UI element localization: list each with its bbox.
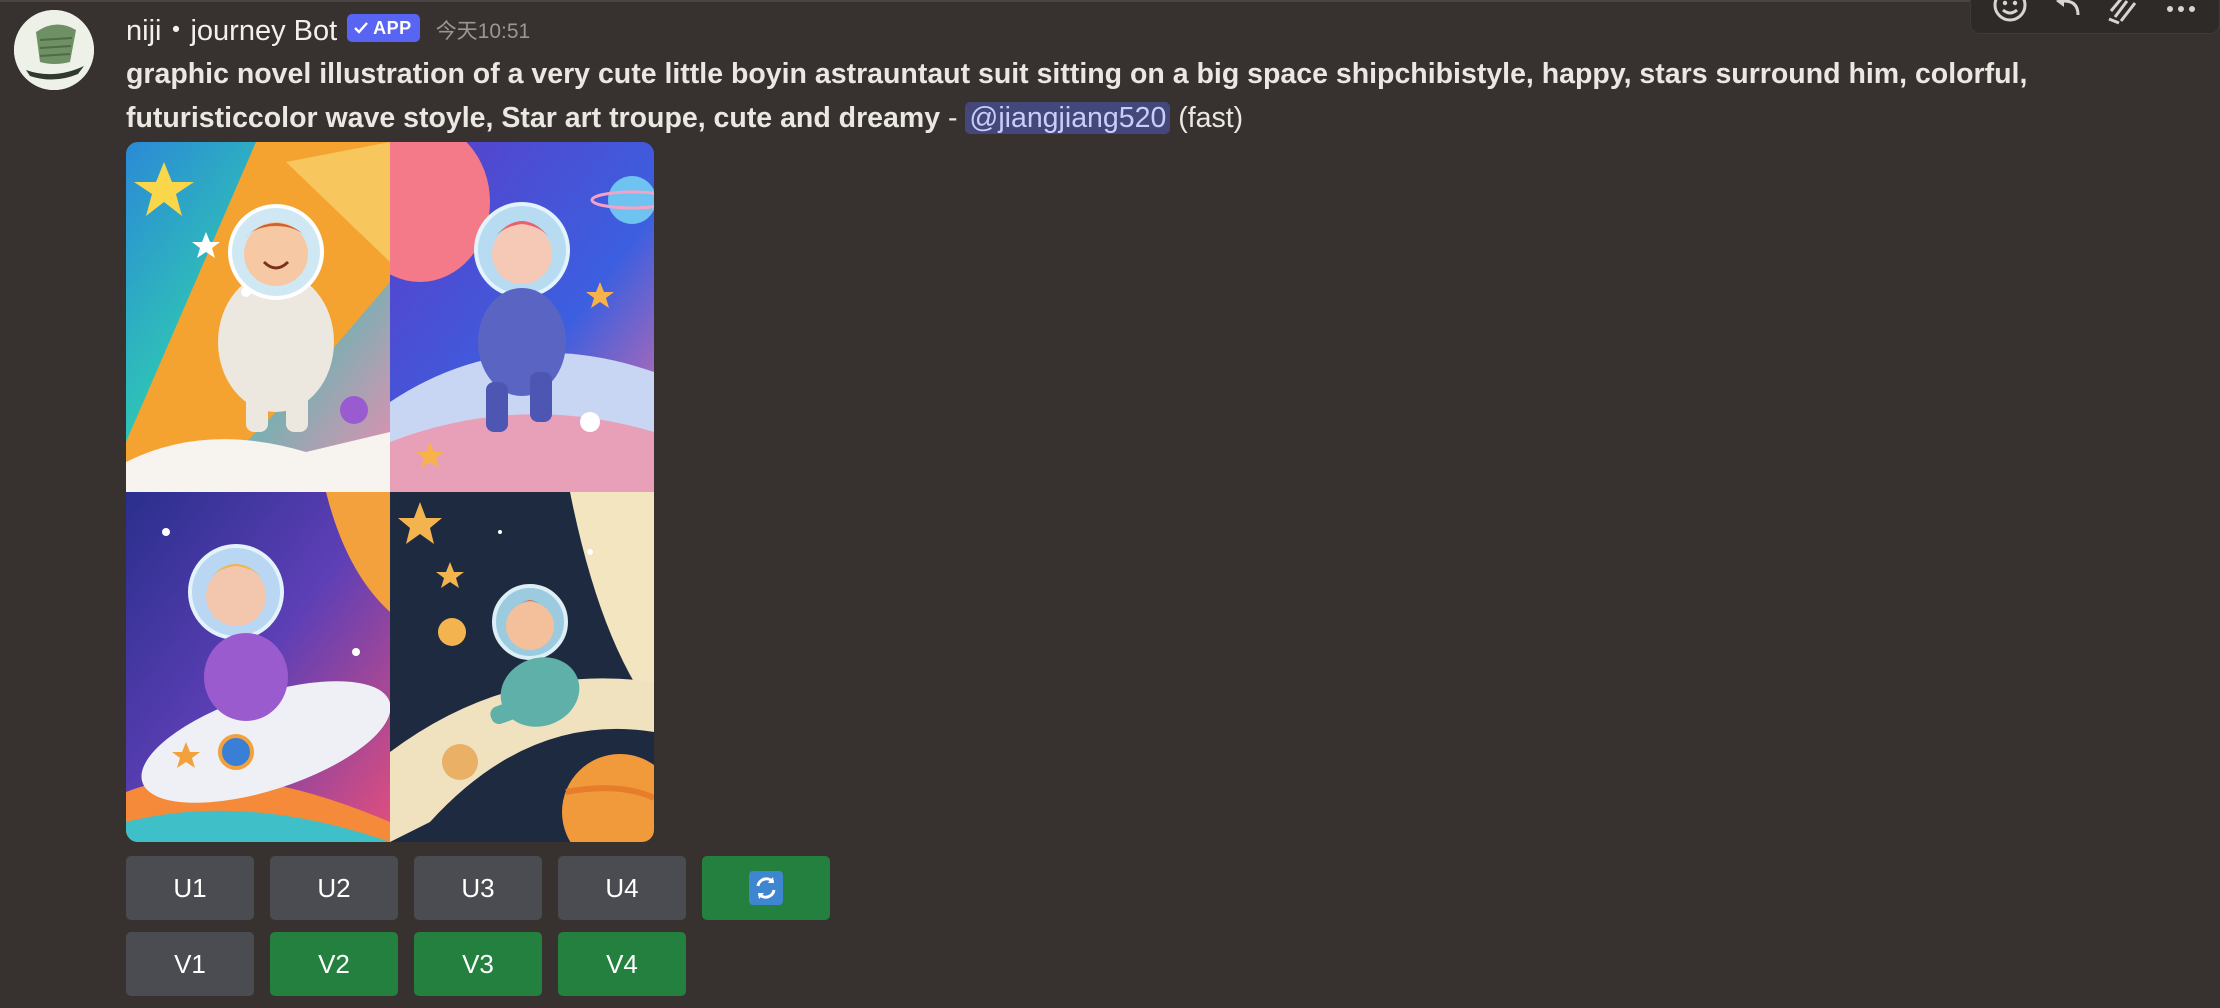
bot-avatar[interactable] <box>14 10 94 90</box>
image-tile-3[interactable] <box>126 492 390 842</box>
image-tile-2[interactable] <box>390 142 654 492</box>
app-badge: APP <box>347 14 420 42</box>
u4-button[interactable]: U4 <box>558 856 686 920</box>
top-divider <box>0 0 2220 2</box>
image-tile-1[interactable] <box>126 142 390 492</box>
more-icon[interactable] <box>2161 0 2201 25</box>
v2-button[interactable]: V2 <box>270 932 398 996</box>
upscale-button-row: U1 U2 U3 U4 <box>126 856 830 920</box>
reply-icon[interactable] <box>2047 0 2087 25</box>
v4-button[interactable]: V4 <box>558 932 686 996</box>
user-mention[interactable]: @jiangjiang520 <box>965 102 1171 134</box>
app-badge-label: APP <box>373 17 412 38</box>
reroll-button[interactable] <box>702 856 830 920</box>
message-content: graphic novel illustration of a very cut… <box>126 52 2186 140</box>
prompt-separator: - <box>940 102 966 134</box>
verified-check-icon <box>354 22 369 34</box>
message-header: niji・journey Bot APP 今天10:51 <box>126 8 530 48</box>
username[interactable]: niji・journey Bot <box>126 7 337 49</box>
v1-button[interactable]: V1 <box>126 932 254 996</box>
speed-label: (fast) <box>1170 102 1244 134</box>
timestamp: 今天10:51 <box>435 20 531 43</box>
image-tile-4[interactable] <box>390 492 654 842</box>
add-reaction-icon[interactable] <box>1990 0 2030 25</box>
message-hover-toolbar <box>1970 0 2220 34</box>
v3-button[interactable]: V3 <box>414 932 542 996</box>
u1-button[interactable]: U1 <box>126 856 254 920</box>
sailboat-logo-icon <box>14 10 94 90</box>
reroll-icon <box>749 871 783 905</box>
u3-button[interactable]: U3 <box>414 856 542 920</box>
apps-icon[interactable] <box>2104 0 2144 25</box>
variation-button-row: V1 V2 V3 V4 <box>126 932 686 996</box>
image-grid[interactable] <box>126 142 654 842</box>
u2-button[interactable]: U2 <box>270 856 398 920</box>
